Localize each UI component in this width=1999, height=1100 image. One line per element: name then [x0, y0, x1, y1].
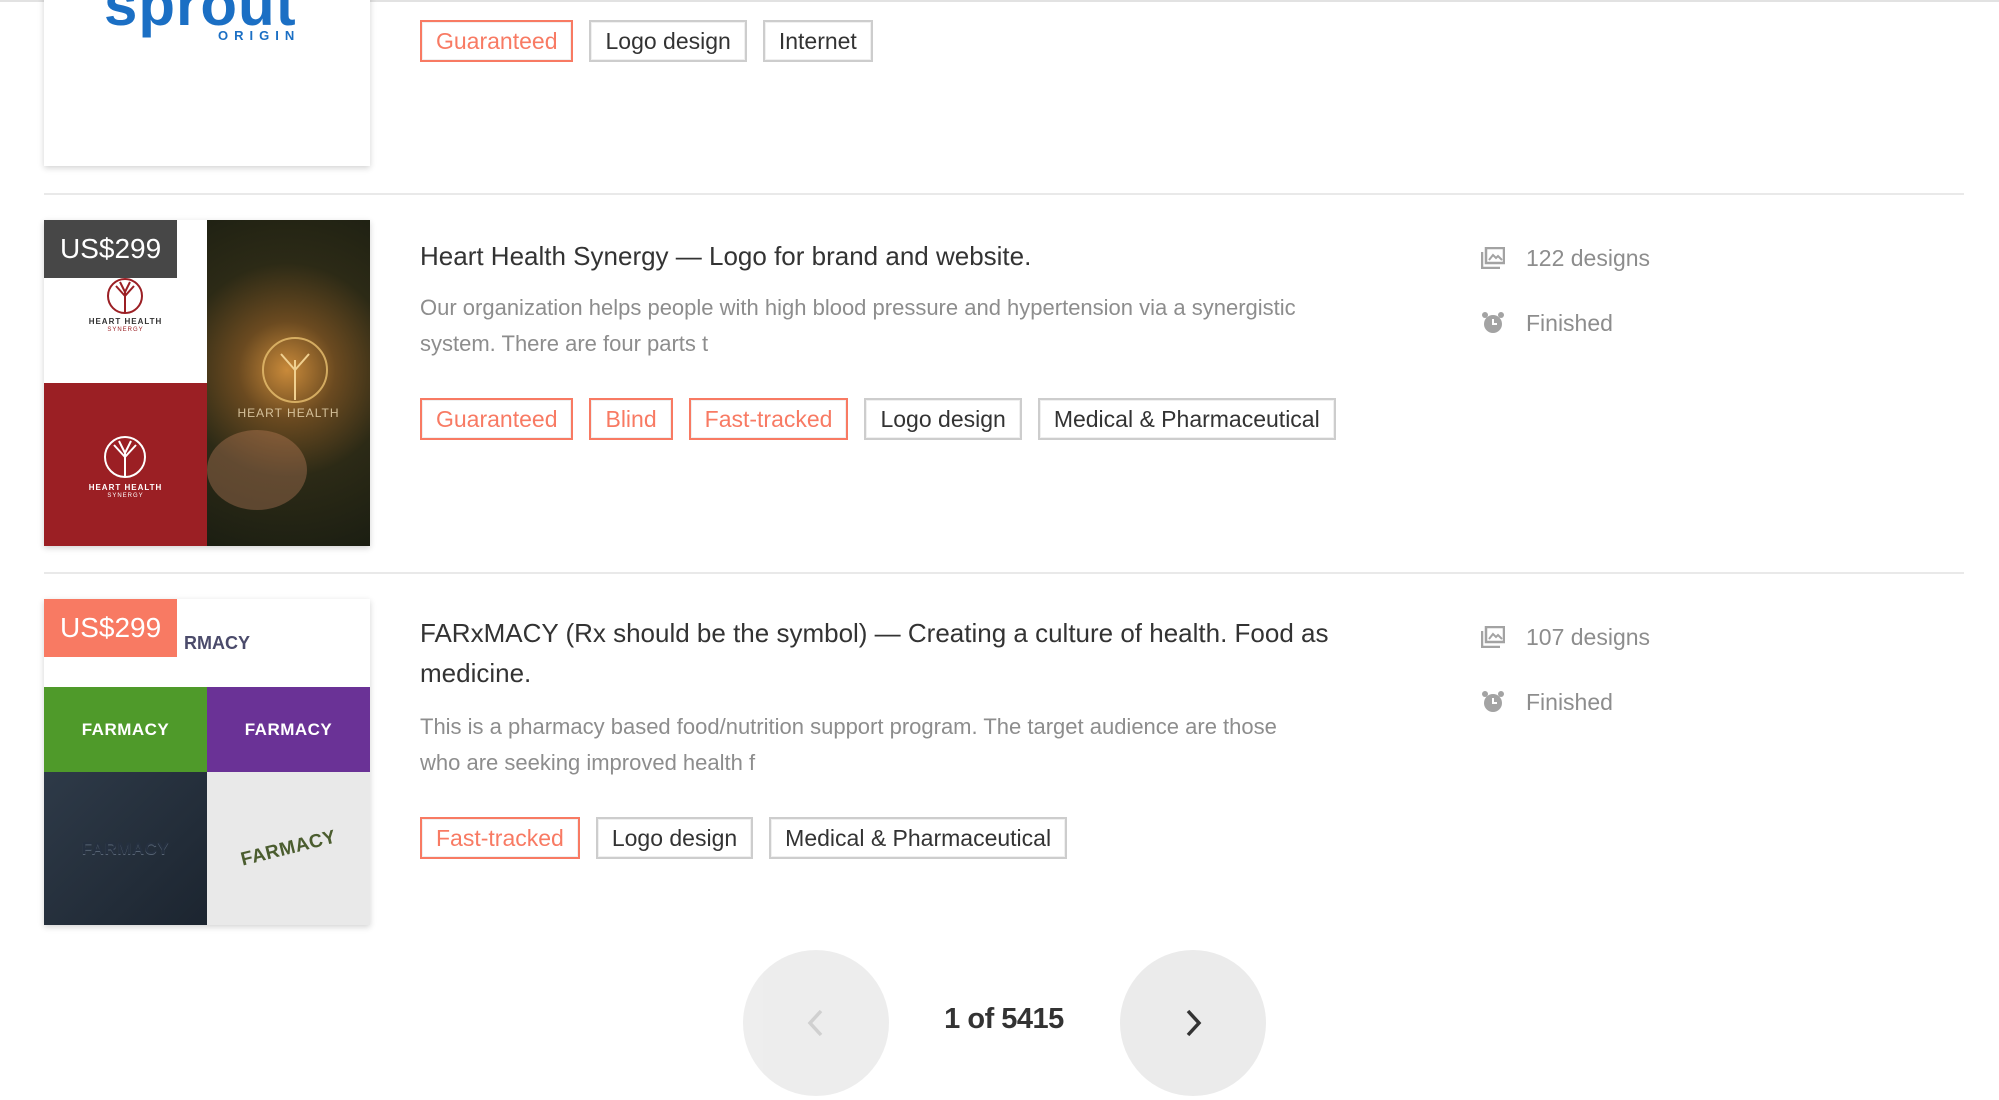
tag-guaranteed[interactable]: Guaranteed: [420, 20, 574, 62]
contest-status-label: Finished: [1526, 688, 1613, 715]
contest-meta: 107 designs Finished: [1480, 617, 1780, 747]
contest-description: Our organization helps people with high …: [420, 295, 1296, 356]
previous-page-button[interactable]: [743, 950, 889, 1096]
contest-thumbnail[interactable]: RMACY FARMACY FARMACY FARMACY FARMACY US…: [44, 599, 370, 925]
tag-medical-pharmaceutical[interactable]: Medical & Pharmaceutical: [1037, 398, 1336, 440]
tree-logo-icon: [104, 436, 146, 478]
tag-internet[interactable]: Internet: [762, 20, 873, 62]
contest-title[interactable]: Heart Health Synergy — Logo for brand an…: [420, 236, 1420, 276]
heart-logo-subtext: SYNERGY: [107, 493, 144, 499]
row-divider: [44, 193, 1964, 195]
farmacy-logo-purple: FARMACY: [207, 687, 370, 772]
price-badge: US$299: [44, 220, 178, 278]
contest-row-heart-health[interactable]: HEART HEALTH SYNERGY HEART HEALTH SYNERG…: [44, 220, 1964, 550]
designs-count: 107 designs: [1480, 617, 1780, 657]
gallery-icon: [1480, 245, 1506, 271]
price-badge: US$299: [44, 599, 178, 657]
contest-status: Finished: [1480, 303, 1780, 343]
tag-guaranteed[interactable]: Guaranteed: [420, 398, 574, 440]
chevron-right-icon: [1186, 1009, 1202, 1037]
designs-count: 122 designs: [1480, 238, 1780, 278]
heart-photo-text: HEART HEALTH: [237, 406, 340, 420]
farmacy-partial-logo: RMACY: [184, 633, 250, 653]
contest-thumbnail[interactable]: HEART HEALTH SYNERGY HEART HEALTH SYNERG…: [44, 220, 370, 546]
alarm-clock-icon: [1480, 310, 1506, 336]
alarm-clock-icon: [1480, 689, 1506, 715]
farmacy-logo-green: FARMACY: [44, 687, 207, 772]
next-page-button[interactable]: [1120, 950, 1266, 1096]
sprout-logo-subtext: ORIGIN: [218, 28, 301, 43]
contest-meta: 122 designs Finished: [1480, 238, 1780, 368]
farmacy-logo-wall-mockup: FARMACY: [44, 772, 207, 925]
farmacy-logo-paper-mockup: FARMACY: [207, 772, 370, 925]
contest-row-sprout[interactable]: sprout ORIGIN Guaranteed Logo design Int…: [44, 0, 1964, 190]
farmacy-paper-text: FARMACY: [238, 826, 339, 870]
heart-logo-photo-mockup: HEART HEALTH: [207, 220, 370, 546]
contest-title[interactable]: FARxMACY (Rx should be the symbol) — Cre…: [420, 613, 1420, 693]
tag-fast-tracked[interactable]: Fast-tracked: [420, 817, 580, 859]
tag-fast-tracked[interactable]: Fast-tracked: [688, 398, 849, 440]
contest-description: This is a pharmacy based food/nutrition …: [420, 714, 1277, 775]
chevron-left-icon: [807, 1009, 823, 1037]
designs-count-label: 107 designs: [1526, 623, 1651, 650]
tag-logo-design[interactable]: Logo design: [864, 398, 1022, 440]
tag-list: Guaranteed Blind Fast-tracked Logo desig…: [420, 398, 1336, 440]
heart-logo-text: HEART HEALTH: [88, 317, 163, 326]
contest-status: Finished: [1480, 682, 1780, 722]
tag-list: Fast-tracked Logo design Medical & Pharm…: [420, 817, 1068, 859]
designs-count-label: 122 designs: [1526, 244, 1651, 271]
heart-logo-red: HEART HEALTH SYNERGY: [44, 383, 207, 546]
tag-medical-pharmaceutical[interactable]: Medical & Pharmaceutical: [769, 817, 1068, 859]
contest-row-farmacy[interactable]: RMACY FARMACY FARMACY FARMACY FARMACY US…: [44, 599, 1964, 929]
row-divider: [44, 572, 1964, 574]
glowing-tree-icon: [207, 337, 328, 510]
page-indicator: 1 of 5415: [944, 1003, 1064, 1035]
tag-list: Guaranteed Logo design Internet: [420, 20, 873, 62]
heart-logo-subtext: SYNERGY: [107, 327, 144, 333]
contest-thumbnail[interactable]: sprout ORIGIN: [44, 0, 370, 166]
tag-logo-design[interactable]: Logo design: [589, 20, 747, 62]
tag-blind[interactable]: Blind: [589, 398, 673, 440]
contest-status-label: Finished: [1526, 309, 1613, 336]
heart-logo-text: HEART HEALTH: [88, 483, 163, 492]
tag-logo-design[interactable]: Logo design: [595, 817, 754, 859]
gallery-icon: [1480, 624, 1506, 650]
